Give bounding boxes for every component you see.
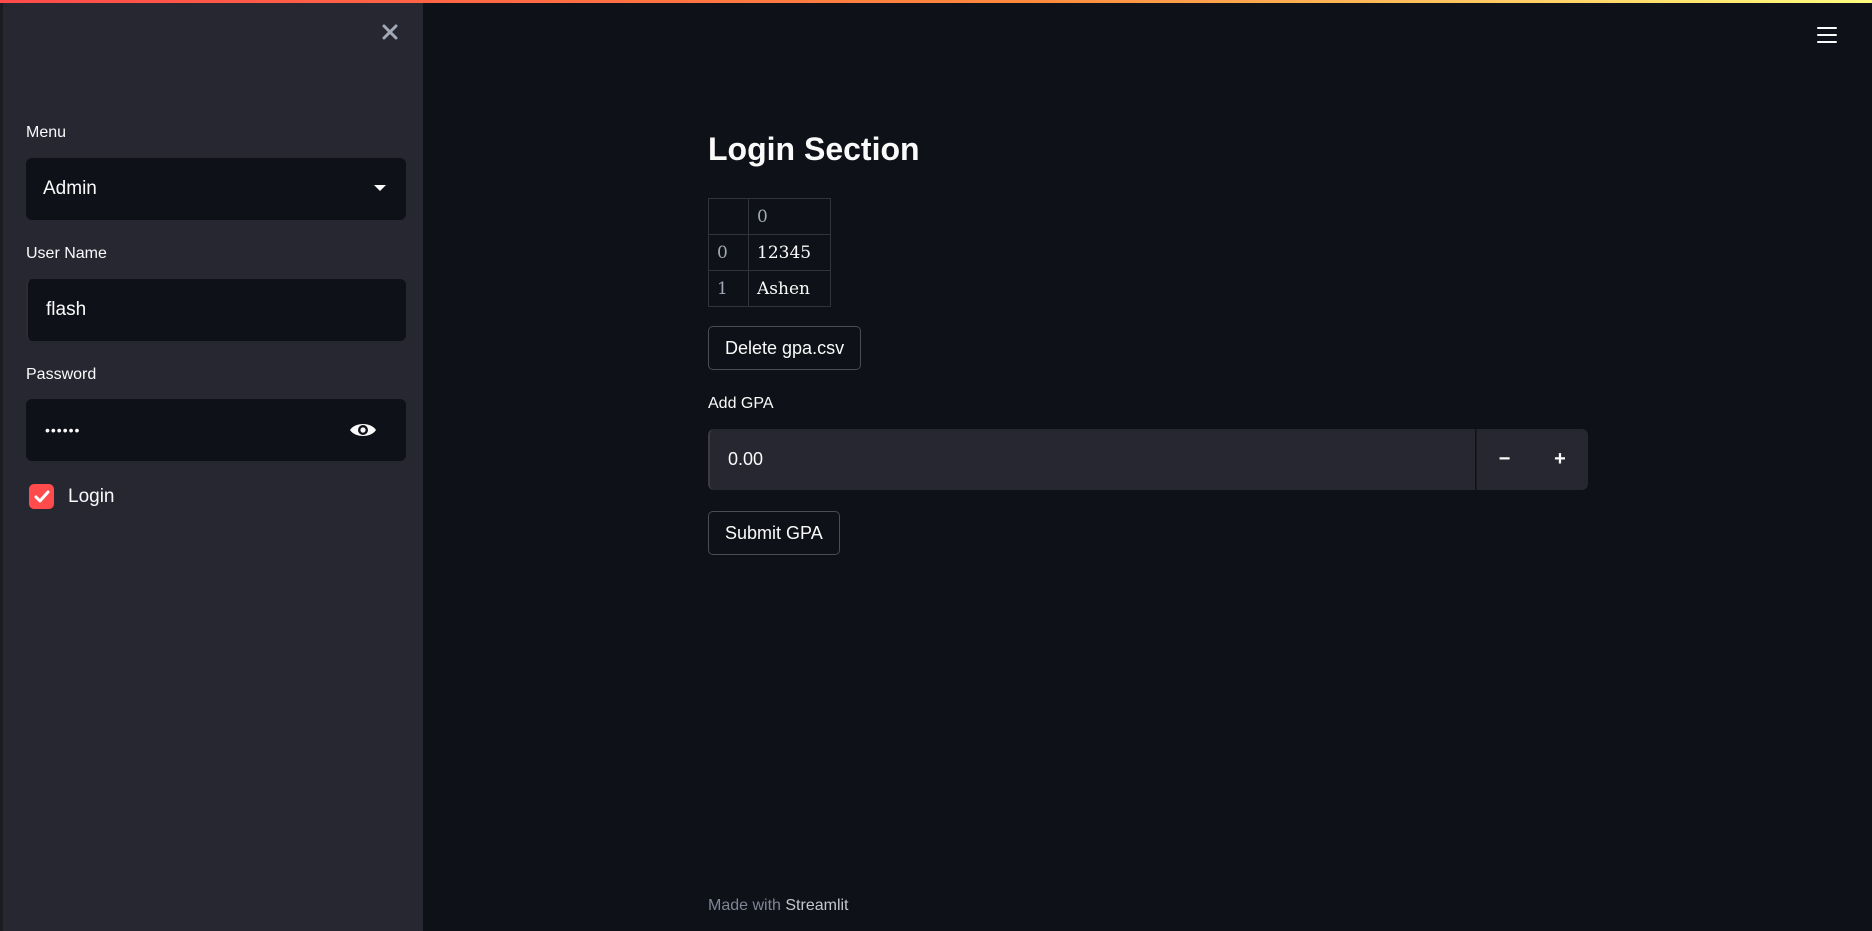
table-row-index: 0 [708, 234, 749, 271]
username-label: User Name [26, 245, 107, 262]
table-row: 1 Ashen [708, 270, 831, 307]
eye-icon[interactable] [348, 418, 378, 442]
main-menu-button[interactable] [1815, 23, 1839, 47]
table-header-cell: 0 [748, 198, 831, 235]
streamlit-link[interactable]: Streamlit [785, 897, 848, 914]
table-cell: 12345 [748, 234, 831, 271]
footer-prefix: Made with [708, 897, 786, 914]
page-title: Login Section [708, 131, 920, 167]
add-gpa-label: Add GPA [708, 395, 774, 412]
dataframe-table: 0 0 12345 1 Ashen [708, 198, 831, 307]
menu-select-value: Admin [43, 178, 97, 199]
close-icon [382, 24, 398, 40]
login-checkbox[interactable]: Login [29, 484, 115, 509]
password-value: •••••• [45, 422, 81, 438]
menu-label: Menu [26, 124, 67, 141]
decrement-button[interactable]: − [1476, 429, 1532, 490]
table-header-index [708, 198, 749, 235]
hamburger-icon [1817, 27, 1837, 43]
sidebar: Menu Admin User Name Password •••••• Log… [0, 0, 423, 931]
table-row-index: 1 [708, 270, 749, 307]
login-checkbox-label: Login [68, 485, 115, 507]
checkmark-icon [29, 484, 54, 509]
table-cell: Ashen [748, 270, 831, 307]
top-decoration-bar [0, 0, 1872, 3]
submit-gpa-button[interactable]: Submit GPA [708, 511, 840, 555]
increment-button[interactable]: + [1532, 429, 1588, 490]
close-sidebar-button[interactable] [376, 18, 404, 46]
footer: Made with Streamlit [708, 897, 849, 915]
username-input[interactable] [26, 279, 406, 341]
table-row: 0 12345 [708, 234, 831, 271]
gpa-number-input[interactable] [708, 429, 1475, 490]
app: Menu Admin User Name Password •••••• Log… [0, 0, 1872, 931]
table-header-row: 0 [708, 198, 831, 235]
delete-gpa-button[interactable]: Delete gpa.csv [708, 326, 862, 370]
chevron-down-icon [374, 185, 386, 191]
menu-select[interactable]: Admin [26, 158, 406, 220]
password-label: Password [26, 366, 97, 383]
